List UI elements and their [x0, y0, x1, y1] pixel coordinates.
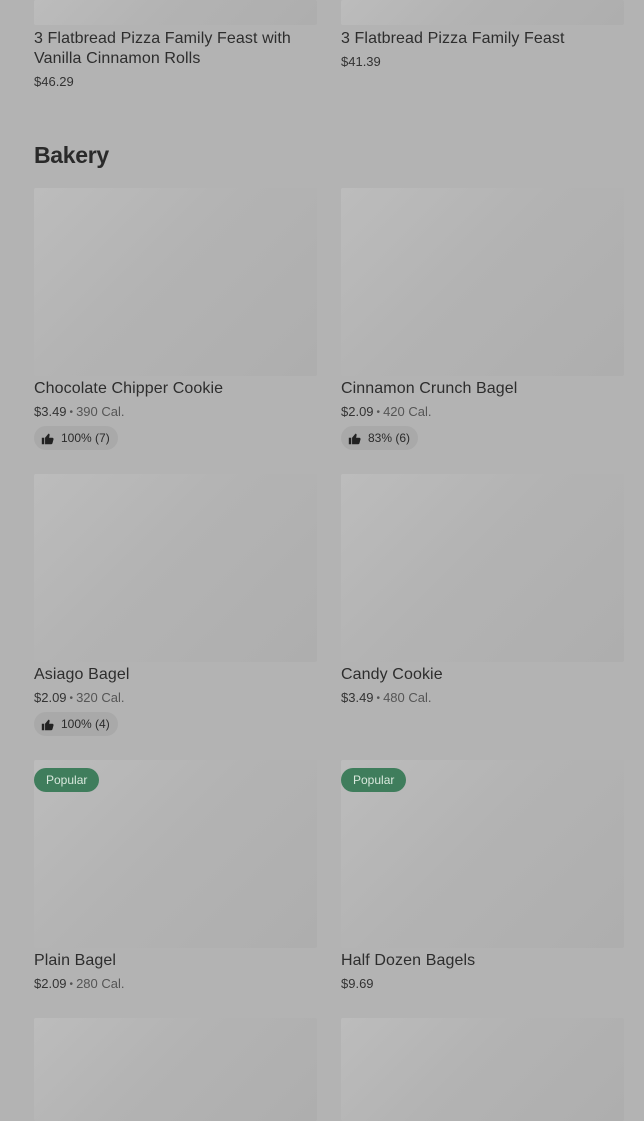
product-name[interactable]: Plain Bagel: [34, 951, 116, 971]
product-name[interactable]: Half Dozen Bagels: [341, 951, 475, 971]
product-price: $41.39: [341, 54, 381, 69]
product-image[interactable]: [341, 474, 624, 662]
product-price-calories: $2.09 • 420 Cal.: [341, 404, 431, 421]
product-image[interactable]: [34, 0, 317, 25]
product-calories: 280 Cal.: [76, 976, 125, 991]
separator: •: [69, 693, 74, 704]
separator: •: [376, 693, 381, 704]
product-price-calories: $2.09 • 280 Cal.: [34, 976, 124, 993]
product-calories: 420 Cal.: [383, 404, 432, 419]
separator: •: [69, 407, 74, 418]
product-price-calories: $3.49 • 390 Cal.: [34, 404, 124, 421]
product-image[interactable]: [34, 188, 317, 376]
product-price: $3.49: [34, 404, 67, 419]
rating-pill: 100% (4): [34, 712, 118, 736]
product-image[interactable]: [341, 1018, 624, 1121]
thumbs-up-icon: [41, 718, 54, 731]
rating-text: 83% (6): [368, 431, 411, 445]
product-name[interactable]: 3 Flatbread Pizza Family Feast: [341, 29, 624, 49]
section-title: Bakery: [34, 142, 109, 168]
product-price: $2.09: [341, 404, 374, 419]
product-price: $46.29: [34, 74, 74, 89]
product-image[interactable]: [341, 0, 624, 25]
product-image[interactable]: [34, 474, 317, 662]
rating-pill: 83% (6): [341, 426, 419, 450]
thumbs-up-icon: [41, 432, 54, 445]
rating-pill: 100% (7): [34, 426, 118, 450]
rating-text: 100% (7): [61, 431, 110, 445]
product-name[interactable]: Cinnamon Crunch Bagel: [341, 379, 517, 399]
rating-text: 100% (4): [61, 717, 110, 731]
separator: •: [69, 979, 74, 990]
product-price: $3.49: [341, 690, 374, 705]
product-price-calories: $2.09 • 320 Cal.: [34, 690, 124, 707]
product-price: $2.09: [34, 690, 67, 705]
product-name[interactable]: Candy Cookie: [341, 665, 443, 685]
product-name[interactable]: Asiago Bagel: [34, 665, 130, 685]
product-image[interactable]: [34, 1018, 317, 1121]
product-calories: 480 Cal.: [383, 690, 432, 705]
product-price-calories: $3.49 • 480 Cal.: [341, 690, 431, 707]
thumbs-up-icon: [348, 432, 361, 445]
product-name[interactable]: 3 Flatbread Pizza Family Feast with Vani…: [34, 29, 317, 69]
product-price: $2.09: [34, 976, 67, 991]
separator: •: [376, 407, 381, 418]
product-calories: 320 Cal.: [76, 690, 125, 705]
popular-badge: Popular: [34, 768, 100, 792]
product-image[interactable]: [341, 188, 624, 376]
product-calories: 390 Cal.: [76, 404, 125, 419]
product-price: $9.69: [341, 976, 374, 991]
popular-badge: Popular: [341, 768, 407, 792]
product-name[interactable]: Chocolate Chipper Cookie: [34, 379, 223, 399]
